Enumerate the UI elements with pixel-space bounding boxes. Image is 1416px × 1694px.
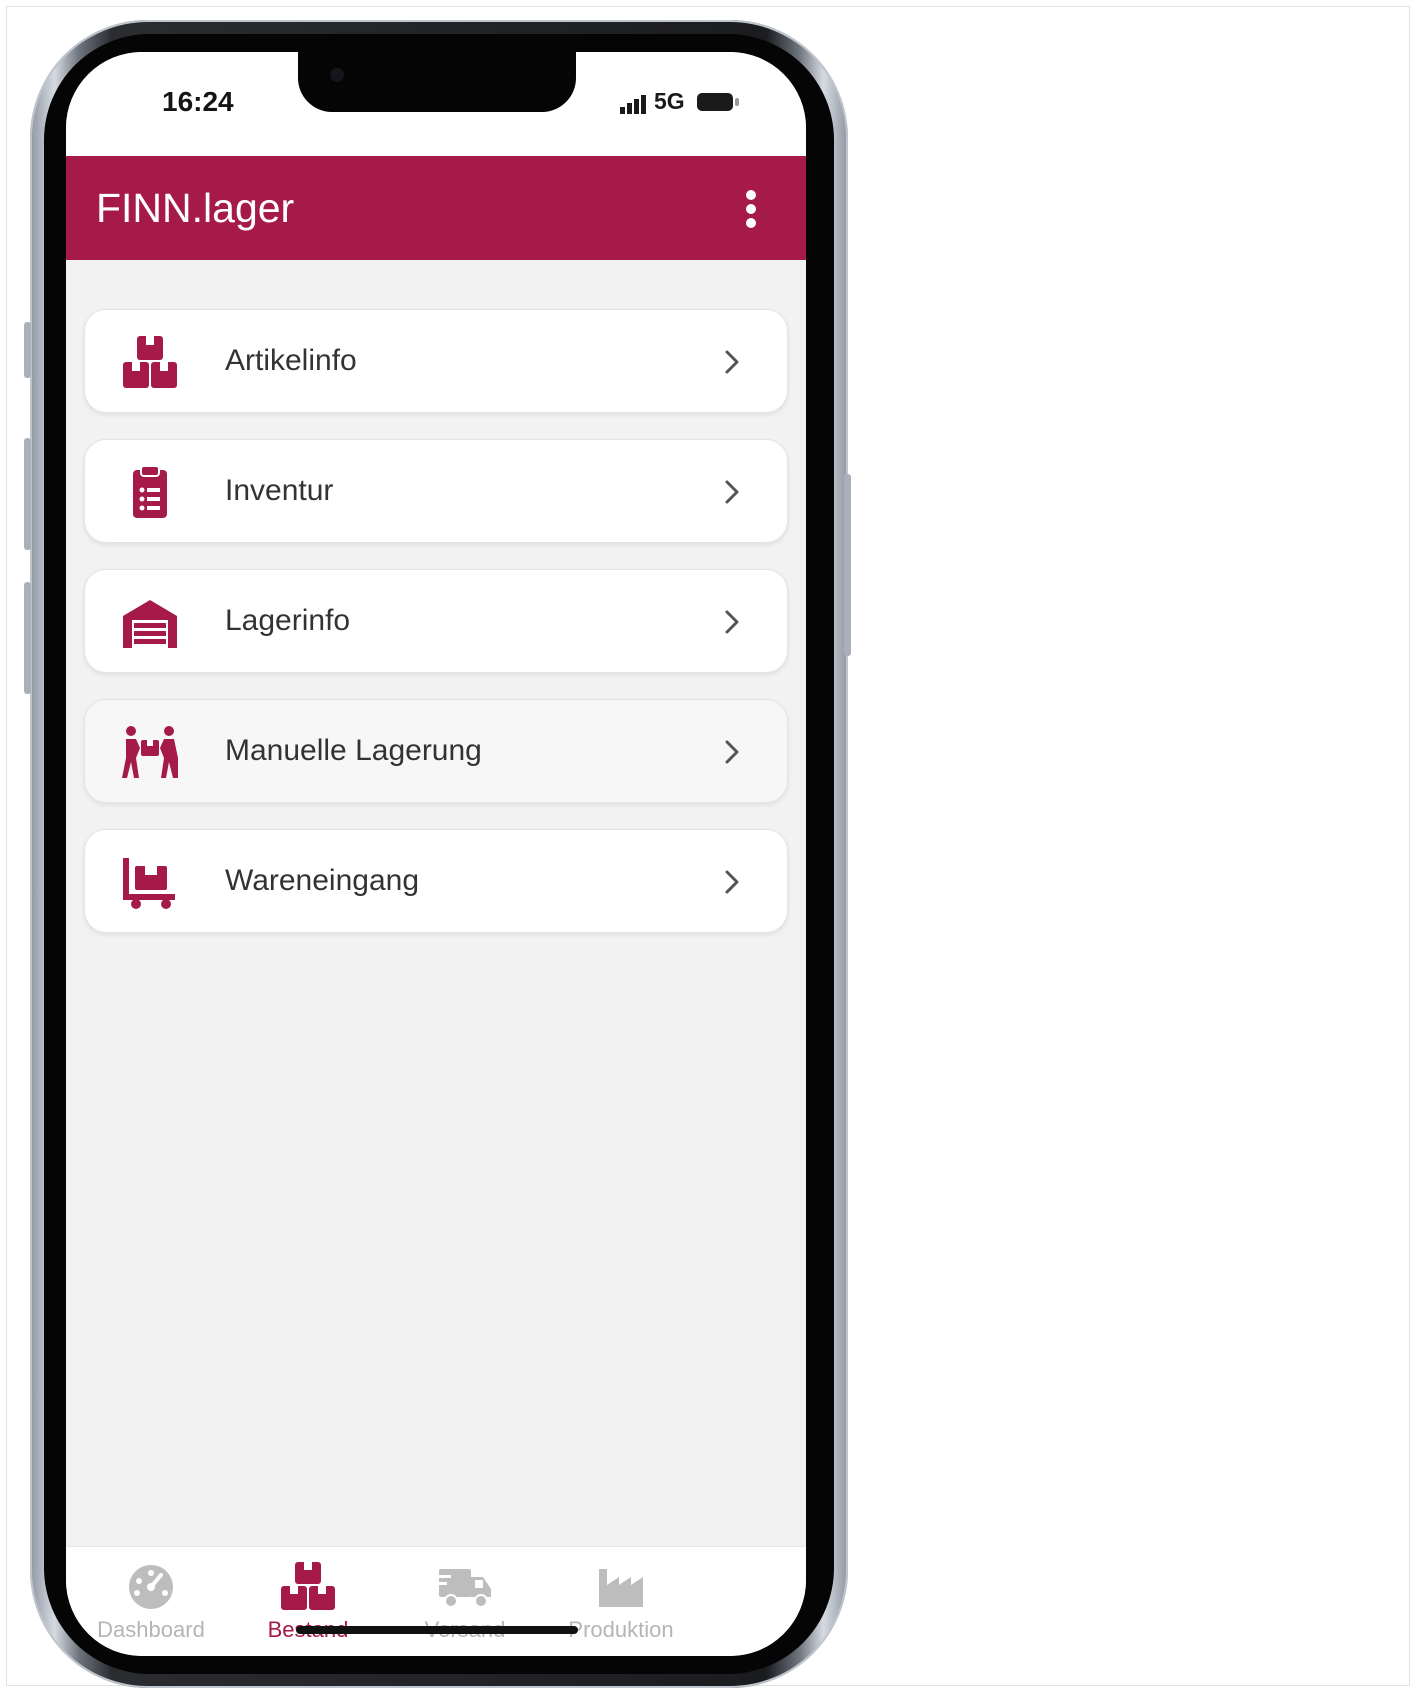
tab-produktion[interactable]: Produktion <box>536 1547 706 1656</box>
warehouse-icon <box>123 600 177 648</box>
app-bar: FINN.lager <box>66 156 806 260</box>
menu-item-inventur[interactable]: Inventur <box>84 439 788 543</box>
phone-screen: 16:24 5G FINN.lager Artikelinfo Inventur… <box>66 52 806 1656</box>
tab-label: Dashboard <box>97 1617 205 1642</box>
tab-bestand[interactable]: Bestand <box>223 1547 393 1656</box>
home-indicator[interactable] <box>296 1626 578 1634</box>
more-vertical-icon <box>746 190 756 228</box>
menu-item-manuelle-lagerung[interactable]: Manuelle Lagerung <box>84 699 788 803</box>
overflow-menu-button[interactable] <box>734 184 768 234</box>
clipboard-list-icon <box>133 465 167 518</box>
dashboard-gauge-icon <box>129 1565 173 1609</box>
menu-item-label: Manuelle Lagerung <box>225 734 482 767</box>
boxes-icon <box>123 336 177 388</box>
chevron-right-icon <box>725 870 739 894</box>
app-title: FINN.lager <box>96 185 295 231</box>
menu-item-label: Artikelinfo <box>225 344 357 377</box>
truck-icon <box>437 1569 491 1608</box>
silent-switch <box>24 322 31 378</box>
people-carry-icon <box>122 726 178 778</box>
volume-down-button <box>24 582 31 694</box>
network-label: 5G <box>654 88 685 114</box>
boxes-icon <box>281 1562 335 1610</box>
industry-icon <box>599 1569 643 1607</box>
chevron-right-icon <box>725 350 739 374</box>
status-bar: 16:24 5G <box>66 52 806 156</box>
menu-item-lagerinfo[interactable]: Lagerinfo <box>84 569 788 673</box>
power-button <box>844 474 851 656</box>
status-time: 16:24 <box>162 86 234 117</box>
menu-item-wareneingang[interactable]: Wareneingang <box>84 829 788 933</box>
menu-item-label: Wareneingang <box>225 864 420 897</box>
chevron-right-icon <box>725 740 739 764</box>
front-camera <box>330 68 344 82</box>
chevron-right-icon <box>725 610 739 634</box>
tab-versand[interactable]: Versand <box>380 1547 550 1656</box>
signal-bars-icon <box>620 95 646 114</box>
bottom-navigation: Dashboard Bestand Ver <box>66 1546 806 1656</box>
camera-notch <box>298 52 576 112</box>
tab-dashboard[interactable]: Dashboard <box>66 1547 236 1656</box>
menu-item-artikelinfo[interactable]: Artikelinfo <box>84 309 788 413</box>
menu-item-label: Lagerinfo <box>225 604 351 637</box>
battery-icon <box>697 93 739 111</box>
volume-up-button <box>24 438 31 550</box>
menu-item-label: Inventur <box>225 474 334 507</box>
chevron-right-icon <box>725 480 739 504</box>
dolly-icon <box>123 858 175 909</box>
